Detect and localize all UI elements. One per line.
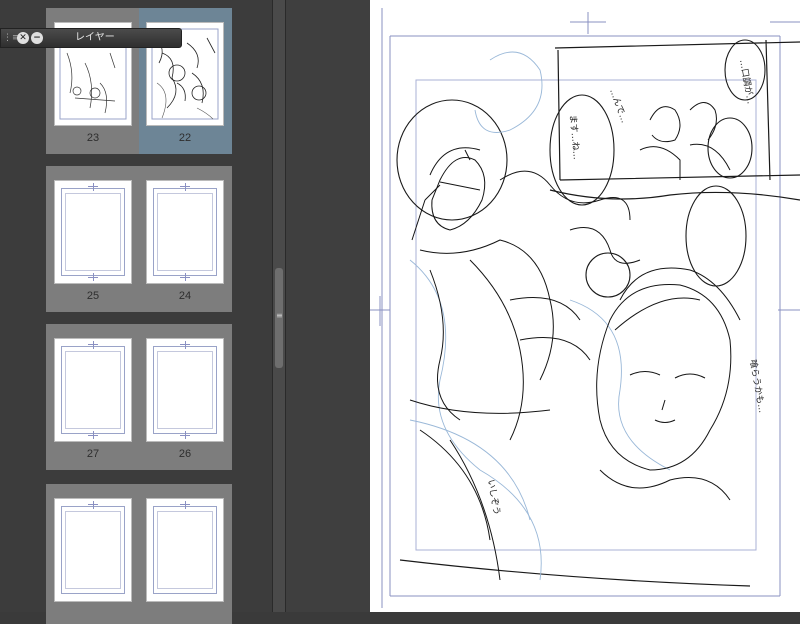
page-number: 23 (86, 132, 100, 144)
crop-marks (370, 8, 800, 608)
page-number: 24 (178, 290, 192, 302)
speech-bubbles (396, 39, 766, 298)
blue-sketch-lines (409, 51, 671, 581)
spread-28-29 (46, 484, 232, 624)
close-icon[interactable]: ✕ (17, 32, 29, 44)
page-thumbnail-25[interactable] (54, 180, 132, 284)
page-thumbnail-27[interactable] (54, 338, 132, 442)
grip-icon: ≡ (276, 311, 283, 320)
spread-24-25: 25 24 (46, 166, 232, 312)
page-number: 27 (86, 448, 100, 460)
sketch-text: …口調が… (737, 58, 757, 104)
sketch-text: 喰らうかも… (747, 358, 768, 413)
page-thumbnail-24[interactable] (146, 180, 224, 284)
minimize-icon[interactable]: − (31, 32, 43, 44)
page-management-pane: 23 22 25 24 27 26 ⋮≡ ✕ − レイヤー (0, 0, 272, 624)
page-number: 26 (178, 448, 192, 460)
page-thumbnail-29[interactable] (54, 498, 132, 602)
sketch-text: いしぞう (485, 479, 502, 516)
spread-26-27: 27 26 (46, 324, 232, 470)
layer-palette-titlebar[interactable]: ⋮≡ ✕ − レイヤー (0, 28, 182, 48)
page-thumbnail-26[interactable] (146, 338, 224, 442)
manga-page-canvas[interactable]: …口調が… …んで… ます…ね… 喰らうかも… いしぞう (370, 0, 800, 612)
rough-sketch-drawing: …口調が… …んで… ます…ね… 喰らうかも… いしぞう (370, 8, 800, 608)
sketch-text: ます…ね… (567, 114, 582, 160)
layer-palette-title: レイヤー (75, 32, 115, 43)
page-thumbnail-28[interactable] (146, 498, 224, 602)
scrollbar-thumb[interactable]: ≡ (275, 268, 283, 368)
canvas-background (286, 0, 370, 612)
pane-splitter[interactable]: ≡ (272, 0, 286, 612)
page-number: 25 (86, 290, 100, 302)
sketch-text: …んで… (607, 87, 629, 124)
character-sketch (409, 102, 741, 581)
panel-borders (399, 39, 800, 587)
page-number: 22 (178, 132, 192, 144)
